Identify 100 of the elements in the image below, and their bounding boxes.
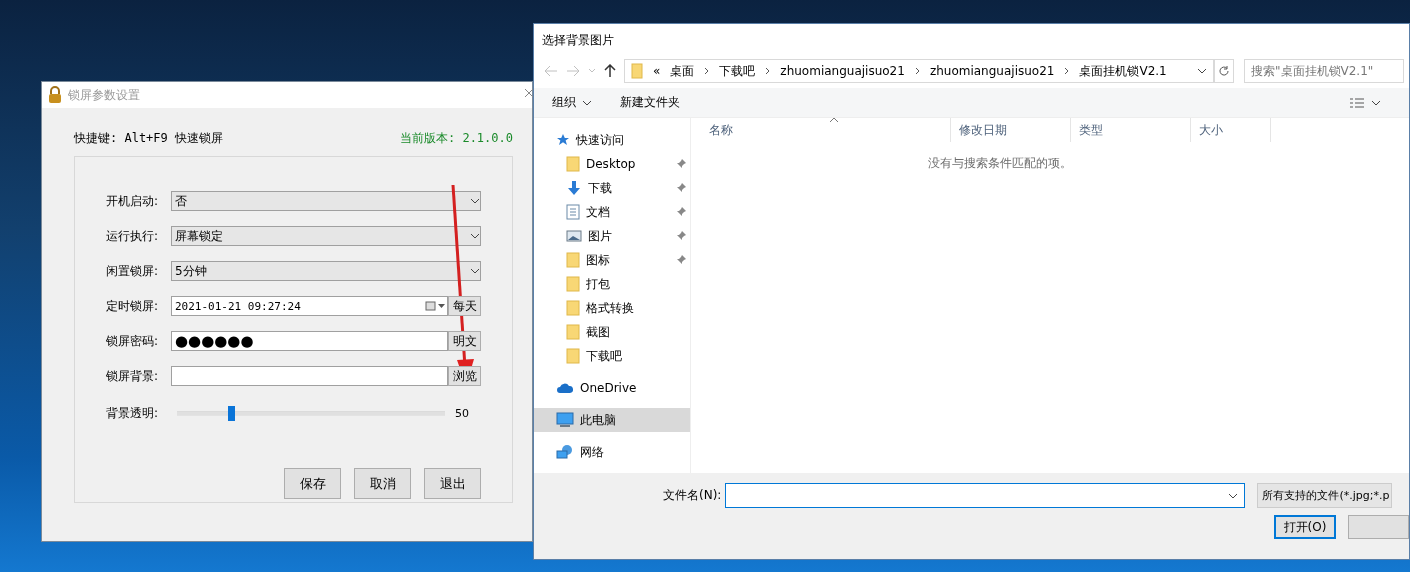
dialog-title: 选择背景图片 (541, 32, 615, 49)
sidebar-item[interactable]: 图片 (534, 224, 690, 248)
new-folder-button[interactable]: 新建文件夹 (620, 94, 680, 111)
refresh-button[interactable] (1214, 59, 1234, 83)
breadcrumb[interactable]: zhuomianguajisuo21 (929, 64, 1055, 78)
sidebar-item[interactable]: 此电脑 (534, 408, 690, 432)
document-icon (566, 204, 580, 220)
sidebar-item-label: 格式转换 (586, 299, 635, 317)
sidebar-item-label: 下载吧 (586, 347, 623, 365)
filename-field[interactable] (725, 483, 1246, 508)
file-type-dropdown[interactable]: 所有支持的文件(*.jpg;*.p (1257, 483, 1393, 508)
refresh-icon (1218, 65, 1230, 77)
datetime-field[interactable]: 2021-01-21 09:27:24 (171, 296, 448, 316)
folder-icon (566, 252, 580, 268)
breadcrumb[interactable]: zhuomianguajisuo21 (780, 64, 905, 78)
dropdown-icon (1371, 99, 1381, 106)
image-icon (566, 229, 582, 243)
chevron-right-icon (914, 67, 920, 75)
sidebar-item[interactable]: 下载吧 (534, 344, 690, 368)
breadcrumb[interactable]: 桌面 (670, 62, 695, 80)
history-icon[interactable] (588, 68, 596, 74)
sidebar-item[interactable]: 图标 (534, 248, 690, 272)
sidebar-item-label: 图片 (588, 227, 613, 245)
field-label: 开机启动: (106, 192, 160, 210)
sidebar-item[interactable]: OneDrive (534, 376, 690, 400)
forward-icon[interactable] (566, 65, 580, 77)
sidebar-item-label: 网络 (580, 443, 605, 461)
window-title: 锁屏参数设置 (68, 86, 140, 104)
folder-icon (566, 156, 580, 172)
dropdown-icon (1197, 68, 1207, 74)
show-password-button[interactable]: 明文 (448, 331, 481, 351)
chevron-down-icon (470, 233, 480, 239)
caret-icon (582, 99, 592, 106)
list-view-icon (1349, 96, 1365, 109)
sidebar-item[interactable]: 下载 (534, 176, 690, 200)
close-icon[interactable] (524, 88, 533, 98)
breadcrumb[interactable]: 桌面挂机锁V2.1 (1079, 62, 1167, 80)
dropdown[interactable]: 屏幕锁定 (171, 226, 481, 246)
shortcut-text: 快捷键: Alt+F9 快速锁屏 (74, 129, 224, 147)
pin-icon[interactable] (676, 255, 686, 265)
sidebar-item-label: 图标 (586, 251, 611, 269)
pin-icon[interactable] (676, 207, 686, 217)
dropdown-icon (1228, 492, 1239, 499)
sidebar-item[interactable]: 截图 (534, 320, 690, 344)
dialog-button[interactable]: 取消 (354, 468, 411, 499)
up-icon[interactable] (604, 64, 616, 78)
dialog-button[interactable]: 退出 (424, 468, 481, 499)
sidebar-item[interactable]: 文档 (534, 200, 690, 224)
password-field[interactable]: ●●●●●● (171, 331, 448, 351)
sidebar-item-label: 截图 (586, 323, 611, 341)
chevron-right-icon (704, 67, 710, 75)
sidebar-item[interactable]: 快速访问 (534, 128, 690, 152)
chevron-down-icon (470, 198, 480, 204)
browse-button[interactable]: 浏览 (448, 366, 481, 386)
chevron-right-icon (1064, 67, 1070, 75)
breadcrumb-overflow[interactable]: « (653, 64, 661, 78)
field-label: 闲置锁屏: (106, 262, 160, 280)
column-header[interactable]: 类型 (1071, 118, 1191, 142)
sidebar-item[interactable]: 打包 (534, 272, 690, 296)
sidebar-item-label: 文档 (586, 203, 611, 221)
dropdown[interactable]: 5分钟 (171, 261, 481, 281)
sidebar-item[interactable]: Desktop (534, 152, 690, 176)
daily-button[interactable]: 每天 (448, 296, 481, 316)
star-icon (556, 133, 570, 147)
sidebar-item-label: 打包 (586, 275, 611, 293)
open-button[interactable]: 打开(O) (1274, 515, 1336, 539)
chevron-down-icon (470, 268, 480, 274)
folder-icon (566, 300, 580, 316)
chevron-right-icon (765, 67, 771, 75)
dropdown[interactable]: 否 (171, 191, 481, 211)
breadcrumb[interactable]: 下载吧 (719, 62, 756, 80)
computer-icon (556, 412, 574, 428)
column-header[interactable]: 修改日期 (951, 118, 1071, 142)
column-header[interactable]: 名称 (691, 118, 951, 142)
slider-value: 50 (455, 406, 469, 420)
download-icon (566, 180, 582, 196)
sidebar-item[interactable]: 格式转换 (534, 296, 690, 320)
field-label: 运行执行: (106, 227, 160, 245)
cloud-icon (556, 382, 574, 394)
pin-icon[interactable] (676, 159, 686, 169)
network-icon (556, 444, 574, 460)
folder-icon (566, 348, 580, 364)
pin-icon[interactable] (676, 183, 686, 193)
slider-thumb[interactable] (227, 405, 235, 421)
back-icon[interactable] (544, 65, 558, 77)
pin-icon[interactable] (676, 231, 686, 241)
padlock-icon (48, 86, 62, 104)
column-header[interactable]: 大小 (1191, 118, 1271, 142)
search-field[interactable]: 搜索"桌面挂机锁V2.1" (1244, 59, 1404, 83)
sidebar-item-label: 下载 (588, 179, 613, 197)
path-field[interactable] (171, 366, 448, 386)
folder-icon (631, 63, 643, 79)
address-bar[interactable]: « 桌面 下载吧 zhuomianguajisuo21 zhuomianguajisuo21 桌面挂机锁V2.1 (624, 59, 1214, 83)
sort-caret-icon (829, 117, 839, 123)
organize-button[interactable]: 组织 (552, 94, 592, 111)
empty-message: 没有与搜索条件匹配的项。 (927, 155, 1073, 172)
sidebar-item[interactable]: 网络 (534, 440, 690, 464)
folder-icon (566, 276, 580, 292)
dialog-button[interactable]: 保存 (284, 468, 341, 499)
sidebar-item-label: 此电脑 (580, 411, 617, 429)
